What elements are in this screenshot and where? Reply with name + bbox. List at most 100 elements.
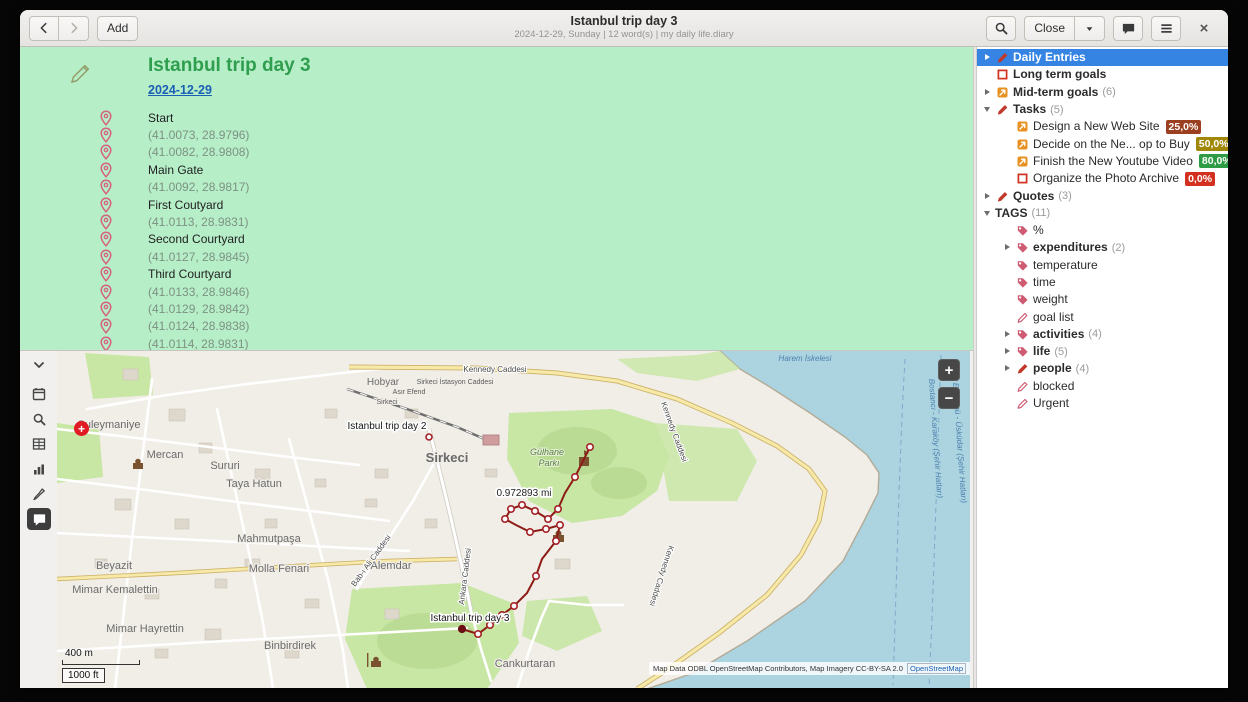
sidebar-item-long-term-goals[interactable]: Long term goals	[977, 66, 1228, 83]
search-tool-button[interactable]	[27, 408, 51, 430]
sidebar-item-tag-time[interactable]: time	[977, 274, 1228, 291]
back-button[interactable]	[29, 16, 59, 41]
progress-arrow-icon	[995, 86, 1010, 99]
sidebar-item-tag-temperature[interactable]: temperature	[977, 257, 1228, 274]
entry-list-item[interactable]: (41.0127, 28.9845)	[20, 248, 973, 265]
entry-list-item[interactable]: (41.0073, 28.9796)	[20, 126, 973, 143]
menu-button[interactable]	[1151, 16, 1181, 41]
theme-tool-button[interactable]	[27, 483, 51, 505]
entry-list-item[interactable]: (41.0113, 28.9831)	[20, 213, 973, 230]
entry-list-item[interactable]: (41.0129, 28.9842)	[20, 300, 973, 317]
entry-list: Start (41.0073, 28.9796) (41.0082, 28.98…	[20, 109, 973, 350]
entry-list-item[interactable]: (41.0133, 28.9846)	[20, 283, 973, 300]
sidebar-item-task-organize-photo-archive[interactable]: Organize the Photo Archive 0,0%	[977, 170, 1228, 187]
zoom-out-button[interactable]: −	[938, 387, 960, 409]
attribution-text: Map Data ODBL OpenStreetMap Contributors…	[653, 664, 903, 673]
expander-icon[interactable]	[1001, 360, 1015, 377]
zoom-in-button[interactable]: +	[938, 359, 960, 381]
sidebar-item-task-decide-to-buy[interactable]: Decide on the Ne... op to Buy 50,0%	[977, 135, 1228, 152]
location-pin-icon	[100, 110, 113, 126]
expander-icon[interactable]	[981, 49, 995, 66]
location-pin-icon	[100, 214, 113, 230]
entry-list-item[interactable]: Second Courtyard	[20, 231, 973, 248]
entry-list-item[interactable]: Start	[20, 109, 973, 126]
sidebar-item-tag-goal-list[interactable]: goal list	[977, 308, 1228, 325]
comments-button[interactable]	[1113, 16, 1143, 41]
expander-icon[interactable]	[981, 101, 995, 118]
entry-date-link[interactable]: 2024-12-29	[148, 83, 212, 97]
sidebar-item-tags[interactable]: TAGS (11)	[977, 205, 1228, 222]
sidebar-item-tasks[interactable]: Tasks (5)	[977, 101, 1228, 118]
entry-list-item[interactable]: Third Courtyard	[20, 266, 973, 283]
forward-button[interactable]	[59, 16, 89, 41]
sidebar-item-tag-urgent[interactable]: Urgent	[977, 395, 1228, 412]
expander-spacer	[1001, 395, 1015, 412]
pencil-outline-icon	[1015, 397, 1030, 410]
expander-spacer	[1001, 153, 1015, 170]
pencil-icon	[1015, 362, 1030, 375]
table-tool-button[interactable]	[27, 433, 51, 455]
sidebar-item-tag-expenditures[interactable]: expenditures (2)	[977, 239, 1228, 256]
sidebar-item-tag-life[interactable]: life (5)	[977, 343, 1228, 360]
menu-icon	[1159, 21, 1174, 36]
sidebar-item-mid-term-goals[interactable]: Mid-term goals (6)	[977, 84, 1228, 101]
expander-icon[interactable]	[1001, 326, 1015, 343]
map-view[interactable]: Kennedy Caddesi Hobyar Sirkeci İstasyon …	[57, 351, 970, 688]
map-label: Beyazit	[96, 560, 132, 572]
search-button[interactable]	[986, 16, 1016, 41]
sidebar-item-tag-people[interactable]: people (4)	[977, 360, 1228, 377]
chart-tool-button[interactable]	[27, 458, 51, 480]
entry-list-item[interactable]: (41.0092, 28.9817)	[20, 179, 973, 196]
entry-title: Istanbul trip day 3	[148, 55, 311, 77]
add-button[interactable]: Add	[97, 16, 138, 41]
expander-spacer	[1001, 309, 1015, 326]
entry-list-item[interactable]: Main Gate	[20, 161, 973, 178]
expander-icon[interactable]	[1001, 239, 1015, 256]
close-entry-dropdown[interactable]	[1075, 16, 1105, 41]
map-label: Cankurtaran	[495, 658, 556, 670]
app-window: Add Istanbul trip day 3 2024-12-29, Sund…	[20, 10, 1228, 688]
calendar-tool-button[interactable]	[27, 383, 51, 405]
progress-arrow-icon	[1015, 155, 1030, 168]
expander-spacer	[1001, 170, 1015, 187]
sidebar-item-quotes[interactable]: Quotes (3)	[977, 187, 1228, 204]
brush-icon	[31, 486, 47, 502]
tag-icon	[1015, 224, 1030, 237]
expander-icon[interactable]	[1001, 343, 1015, 360]
attribution-link[interactable]: OpenStreetMap	[907, 663, 966, 674]
sidebar-item-tag-activities[interactable]: activities (4)	[977, 326, 1228, 343]
entry-editor[interactable]: Istanbul trip day 3 2024-12-29 Start (41…	[20, 47, 973, 350]
panel-collapse-button[interactable]	[27, 354, 51, 376]
location-pin-icon	[100, 336, 113, 350]
park-area	[85, 353, 153, 399]
close-entry-button[interactable]: Close	[1024, 16, 1075, 41]
sidebar-item-tag-weight[interactable]: weight	[977, 291, 1228, 308]
expander-spacer	[1001, 274, 1015, 291]
pencil-outline-icon	[1015, 311, 1030, 324]
entry-list-item[interactable]: (41.0124, 28.9838)	[20, 318, 973, 335]
sidebar-item-task-design-web-site[interactable]: Design a New Web Site 25,0%	[977, 118, 1228, 135]
sidebar-item-tag-percent[interactable]: %	[977, 222, 1228, 239]
sidebar-item-tag-blocked[interactable]: blocked	[977, 378, 1228, 395]
location-pin-icon	[100, 162, 113, 178]
map-panel: Kennedy Caddesi Hobyar Sirkeci İstasyon …	[20, 350, 973, 688]
progress-badge: 0,0%	[1185, 172, 1215, 186]
window-close-button[interactable]: ×	[1189, 16, 1219, 41]
progress-arrow-icon	[1015, 120, 1030, 133]
location-pin-icon	[100, 266, 113, 282]
add-location-marker-button[interactable]: +	[74, 421, 89, 436]
sidebar-tree: Daily Entries Long term goals Mid-term g…	[977, 47, 1228, 688]
entry-list-item[interactable]: (41.0082, 28.9808)	[20, 144, 973, 161]
sidebar-item-task-finish-youtube-video[interactable]: Finish the New Youtube Video 80,0%	[977, 153, 1228, 170]
comments-tool-button[interactable]	[27, 508, 51, 530]
table-icon	[31, 436, 47, 452]
sidebar-item-daily-entries[interactable]: Daily Entries	[977, 49, 1228, 66]
expander-icon[interactable]	[981, 188, 995, 205]
expander-icon[interactable]	[981, 205, 995, 222]
map-label: Taya Hatun	[226, 478, 282, 490]
expander-icon[interactable]	[981, 84, 995, 101]
entry-list-item[interactable]: (41.0114, 28.9831)	[20, 335, 973, 350]
entry-list-item[interactable]: First Coutyard	[20, 196, 973, 213]
map-label: Kennedy Caddesi	[648, 544, 676, 607]
search-icon	[32, 412, 47, 427]
